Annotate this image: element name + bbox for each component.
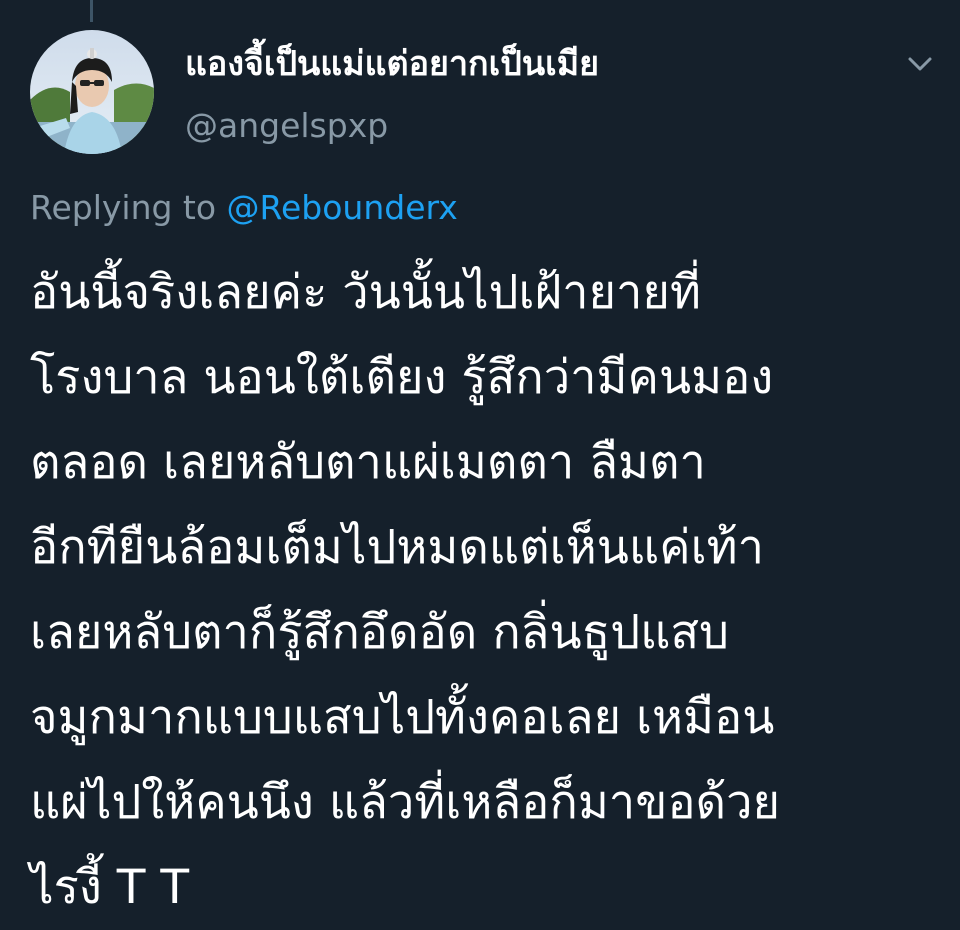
chevron-down-icon[interactable] (900, 50, 940, 80)
tweet-text-line: แผ่ไปให้คนนึง แล้วที่เหลือก็มาขอด้วย (30, 775, 781, 830)
avatar[interactable] (30, 30, 154, 154)
reply-mention-link[interactable]: @Rebounderx (227, 188, 458, 227)
tweet-text-line: ตลอด เลยหลับตาแผ่เมตตา ลืมตา (30, 435, 706, 490)
tweet-text-line: เลยหลับตาก็รู้สึกอึดอัด กลิ่นธูปแสบ (30, 605, 729, 660)
tweet-body: อันนี้จริงเลยค่ะ วันนั้นไปเฝ้ายายที่ โรง… (30, 250, 950, 930)
tweet-text-line: อันนี้จริงเลยค่ะ วันนั้นไปเฝ้ายายที่ (30, 265, 701, 320)
display-name[interactable]: แองจี้เป็นแม่แต่อยากเป็นเมีย (185, 44, 599, 85)
user-handle[interactable]: @angelspxp (185, 106, 388, 146)
tweet-text-line: ไรงี้ T T (30, 860, 190, 915)
replying-to-line: Replying to @Rebounderx (30, 188, 458, 228)
tweet-text-line: โรงบาล นอนใต้เตียง รู้สึกว่ามีคนมอง (30, 350, 774, 405)
replying-to-label: Replying to (30, 188, 217, 227)
thread-connector-line (90, 0, 93, 22)
tweet-text-line: จมูกมากแบบแสบไปทั้งคอเลย เหมือน (30, 690, 775, 745)
tweet-text-line: อีกทียืนล้อมเต็มไปหมดแต่เห็นแค่เท้า (30, 520, 765, 575)
